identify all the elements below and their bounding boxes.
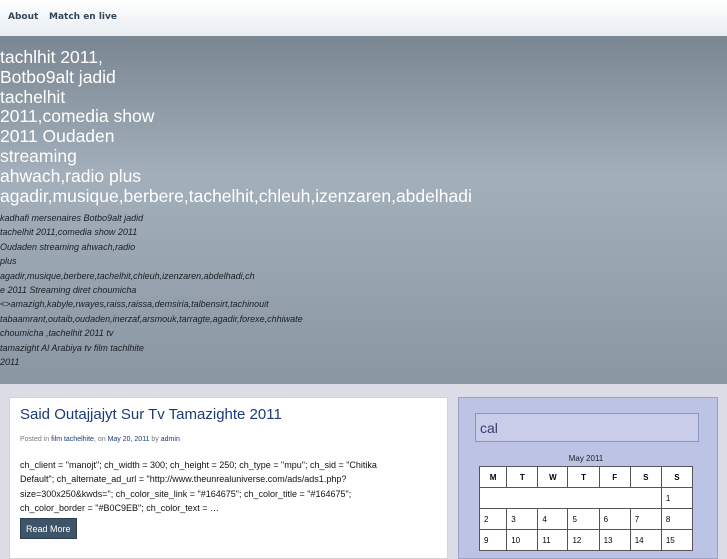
- calendar-day-cell: 13: [598, 529, 631, 551]
- weekday-header: T: [506, 466, 539, 488]
- post-excerpt-line: ch_color_border = "#B0C9EB"; ch_color_te…: [20, 503, 219, 514]
- site-header: tachlhit 2011, Botbo9alt jadid tachelhit…: [0, 36, 727, 384]
- post-meta-posted-in: Posted in: [20, 436, 52, 443]
- site-description: kadhafi mersenaires Botbo9alt jadid tach…: [0, 211, 303, 369]
- site-description-line: plus: [0, 256, 17, 267]
- site-description-line: agadir,musique,berbere,tachelhit,chleuh,…: [0, 270, 255, 281]
- post-excerpt-line: ch_client = "manojt"; ch_width = 300; ch…: [20, 460, 377, 470]
- calendar-day-cell: 7: [629, 508, 662, 530]
- site-title-line[interactable]: streaming: [0, 146, 472, 167]
- sidebar: cal May 2011 M T W T F S S 1 2 3 4 5 6 7…: [458, 397, 718, 559]
- weekday-header: S: [660, 466, 694, 488]
- calendar-day-cell: 11: [537, 529, 569, 551]
- site-description-line: 2011: [0, 357, 20, 368]
- weekday-header: F: [598, 466, 631, 488]
- site-description-line: tabaamrant,outaib,oudaden,inerzaf,arsmou…: [0, 313, 303, 324]
- post-excerpt-line: Default"; ch_alternate_ad_url = "http://…: [20, 474, 347, 485]
- calendar-day-cell: 4: [537, 508, 569, 530]
- weekday-header: T: [567, 466, 600, 488]
- calendar-day-cell: 14: [629, 529, 662, 551]
- post-card: Said Outajjajyt Sur Tv Tamazighte 2011 P…: [9, 397, 448, 559]
- nav-link-about[interactable]: About: [8, 12, 38, 22]
- post-meta-on: , on: [93, 436, 108, 443]
- calendar-day-cell: 12: [567, 529, 600, 551]
- post-title[interactable]: Said Outajjajyt Sur Tv Tamazighte 2011: [20, 406, 282, 423]
- site-title-line[interactable]: agadir,musique,berbere,tachelhit,chleuh,…: [0, 186, 472, 207]
- site-title-line[interactable]: tachlhit 2011,: [0, 47, 472, 68]
- post-meta-by: by: [149, 436, 161, 443]
- post-excerpt-line: size=300x250&kwds="; ch_color_site_link …: [20, 488, 352, 499]
- calendar: May 2011 M T W T F S S 1 2 3 4 5 6 7 8 9…: [478, 452, 694, 551]
- weekday-header: W: [537, 466, 569, 488]
- read-more-button[interactable]: Read More: [20, 518, 77, 539]
- calendar-caption: May 2011: [568, 454, 604, 463]
- site-description-line: kadhafi mersenaires Botbo9alt jadid: [0, 213, 144, 223]
- calendar-week-row: 1: [479, 487, 694, 509]
- calendar-day-cell: 15: [660, 529, 694, 551]
- nav-link-match-en-live[interactable]: Match en live: [49, 12, 117, 22]
- calendar-weekday-row: M T W T F S S: [478, 466, 694, 488]
- site-title[interactable]: tachlhit 2011, Botbo9alt jadid tachelhit…: [0, 47, 472, 207]
- calendar-empty-cell: [479, 487, 662, 509]
- site-title-line[interactable]: 2011,comedia show: [0, 107, 472, 127]
- calendar-day-cell: 3: [506, 508, 539, 530]
- calendar-table: M T W T F S S 1 2 3 4 5 6 7 8 9 10 11 12…: [478, 466, 694, 551]
- site-description-line: choumicha ,tachelhit 2011 tv: [0, 328, 114, 339]
- post-excerpt: ch_client = "manojt"; ch_width = 300; ch…: [20, 458, 432, 516]
- calendar-day-cell: 10: [506, 529, 539, 551]
- post-category-link[interactable]: film tachelhite: [51, 436, 94, 443]
- post-author-link[interactable]: admin: [161, 436, 180, 443]
- calendar-day-cell: 1: [660, 487, 694, 509]
- site-title-line[interactable]: 2011 Oudaden: [0, 126, 472, 147]
- site-title-line[interactable]: Botbo9alt jadid: [0, 67, 472, 88]
- calendar-day-cell: 5: [567, 508, 600, 530]
- site-description-line: Oudaden streaming ahwach,radio: [0, 241, 136, 252]
- site-description-line: tamazight Al Arabiya tv film tachlhite: [0, 342, 144, 353]
- site-description-line: e 2011 Streaming diret choumicha: [0, 285, 137, 296]
- calendar-day-cell: 2: [478, 508, 508, 530]
- site-title-line[interactable]: ahwach,radio plus: [0, 166, 472, 187]
- calendar-day-cell: 8: [660, 508, 694, 530]
- site-description-line: <>amazigh,kabyle,rwayes,raiss,raissa,dem…: [0, 299, 269, 310]
- calendar-week-row: 9 10 11 12 13 14 15: [478, 529, 694, 551]
- post-meta: Posted in film tachelhite, on May 20, 20…: [20, 436, 180, 443]
- top-navigation: About Match en live: [0, 0, 727, 37]
- calendar-widget-title: cal: [475, 413, 699, 442]
- post-date-link[interactable]: May 20, 2011: [108, 436, 150, 443]
- site-title-line[interactable]: tachelhit: [0, 87, 472, 108]
- calendar-week-row: 2 3 4 5 6 7 8: [478, 508, 694, 530]
- weekday-header: S: [629, 466, 662, 488]
- site-description-line: tachelhit 2011,comedia show 2011: [0, 227, 138, 238]
- calendar-day-cell: 9: [478, 529, 508, 551]
- weekday-header: M: [478, 466, 508, 488]
- calendar-day-cell: 6: [598, 508, 631, 530]
